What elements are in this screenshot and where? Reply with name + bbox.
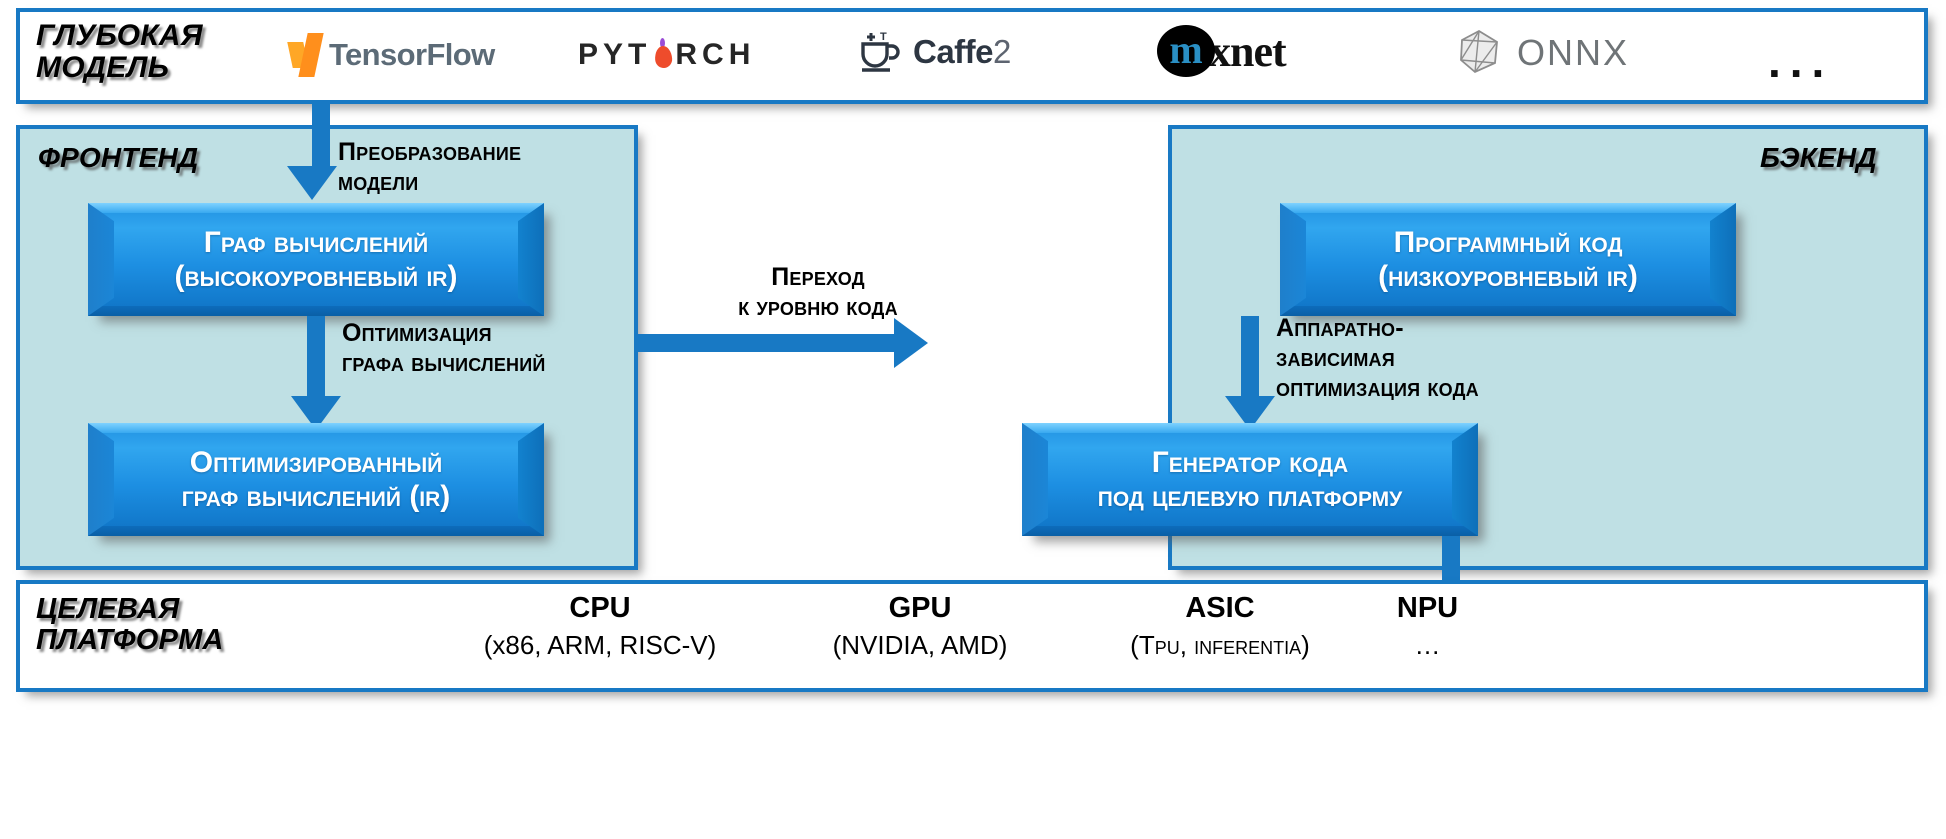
backend-caption: БЭКЕНД: [1760, 142, 1877, 173]
svg-text:T: T: [880, 31, 887, 43]
target-platform-caption: ЦЕЛЕВАЯ ПЛАТФОРМА: [36, 593, 224, 656]
onnx-label: ONNX: [1517, 32, 1630, 73]
frontend-caption: ФРОНТЕНД: [38, 142, 199, 173]
caffe2-label: Caffe: [913, 33, 994, 70]
caffe2-logo: T Caffe 2: [855, 26, 1011, 78]
code-generator-label: Генератор кода под целевую платформу: [1097, 445, 1403, 513]
mxnet-label: xnet: [1209, 26, 1287, 76]
diagram-canvas: ГЛУБОКАЯ МОДЕЛЬ TensorFlow PYT RCH T Caff…: [0, 0, 1946, 839]
model-convert-arrow: [287, 166, 337, 206]
caffe2-version: 2: [993, 33, 1012, 70]
transition-arrow: [638, 318, 928, 368]
transition-label: Переход к уровню кода: [738, 263, 898, 321]
mxnet-badge-letter: m: [1169, 27, 1203, 72]
graph-optimize-arrow: [291, 316, 341, 430]
framework-ellipsis: ...: [1768, 35, 1834, 87]
optimized-graph-box: Оптимизированный граф вычислений (IR): [88, 423, 544, 536]
platform-cpu-name: CPU: [569, 592, 631, 624]
platform-gpu-name: GPU: [888, 592, 952, 624]
code-generator-box: Генератор кода под целевую платформу: [1022, 423, 1478, 536]
pytorch-flame-icon: [652, 38, 674, 69]
graph-optimize-label: Оптимизация графа вычислений: [342, 319, 546, 377]
program-code-box: Программный код (низкоуровневый IR): [1280, 203, 1736, 316]
program-code-label: Программный код (низкоуровневый IR): [1378, 225, 1638, 293]
model-to-frontend-line: [312, 104, 330, 166]
platform-npu-name: NPU: [1396, 592, 1459, 624]
hw-optimize-arrow: [1225, 316, 1275, 430]
tensorflow-label: TensorFlow: [329, 37, 495, 72]
platform-gpu: GPU (NVIDIA, AMD): [770, 592, 1070, 662]
optimized-graph-label: Оптимизированный граф вычислений (IR): [181, 445, 451, 513]
onnx-logo: ONNX: [1455, 28, 1629, 78]
platform-npu-desc: …: [1414, 630, 1441, 661]
pytorch-logo: PYT RCH: [578, 33, 755, 77]
tensorflow-logo: TensorFlow: [287, 30, 495, 80]
computation-graph-box: Граф вычислений (высокоуровневый IR): [88, 203, 544, 316]
platform-cpu-desc: (x86, ARM, RISC-V): [483, 630, 717, 661]
deep-model-caption: ГЛУБОКАЯ МОДЕЛЬ: [36, 19, 203, 84]
caffe-cup-icon: T: [855, 30, 903, 74]
mxnet-badge-icon: m: [1157, 25, 1215, 77]
mxnet-logo: m xnet: [1157, 22, 1287, 80]
platform-cpu: CPU (x86, ARM, RISC-V): [430, 592, 770, 662]
platform-gpu-desc: (NVIDIA, AMD): [832, 630, 1008, 661]
pytorch-label: PYT RCH: [578, 38, 756, 71]
tensorflow-icon: [287, 33, 324, 77]
onnx-polyhedron-icon: [1455, 27, 1503, 80]
model-convert-label: Преобразование модели: [338, 138, 522, 196]
hw-optimize-label: Аппаратно- зависимая оптимизация кода: [1276, 314, 1479, 402]
platform-npu: NPU …: [1320, 592, 1535, 662]
computation-graph-label: Граф вычислений (высокоуровневый IR): [174, 225, 458, 293]
